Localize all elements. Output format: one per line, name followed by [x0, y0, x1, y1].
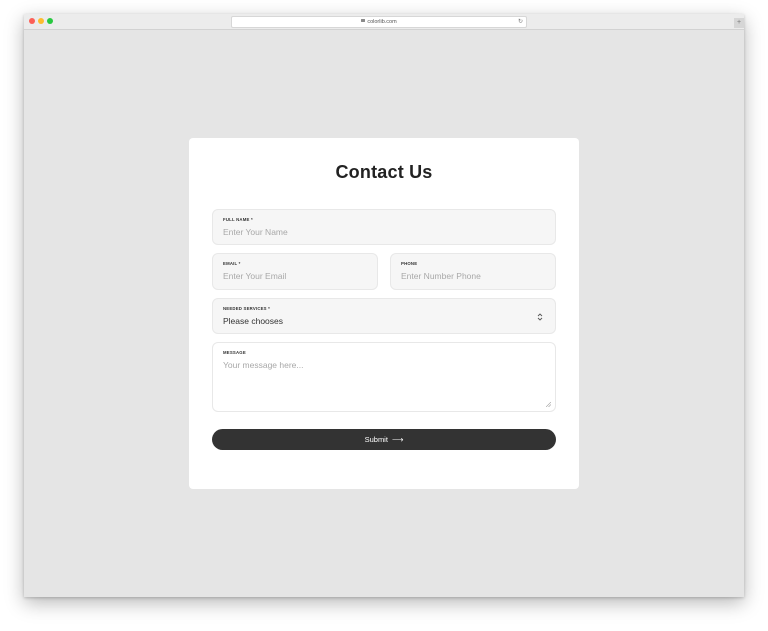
new-tab-button[interactable]: +	[734, 18, 744, 28]
message-label: MESSAGE	[223, 350, 246, 355]
message-field[interactable]: MESSAGE Your message here...	[212, 342, 556, 412]
full-name-input[interactable]: Enter Your Name	[223, 227, 288, 237]
services-label: NEEDED SERVICES *	[223, 306, 271, 311]
submit-button[interactable]: Submit ⟶	[212, 429, 556, 450]
form-title: Contact Us	[335, 162, 433, 182]
full-name-label: FULL NAME *	[223, 217, 253, 222]
phone-input[interactable]: Enter Number Phone	[401, 271, 481, 281]
reload-icon[interactable]: ↻	[518, 17, 523, 27]
services-select[interactable]: NEEDED SERVICES * Please chooses	[212, 298, 556, 334]
phone-field[interactable]: PHONE Enter Number Phone	[390, 253, 556, 290]
arrow-right-icon: ⟶	[391, 435, 404, 444]
email-input[interactable]: Enter Your Email	[223, 271, 286, 281]
submit-label: Submit	[364, 435, 388, 444]
full-name-field[interactable]: FULL NAME * Enter Your Name	[212, 209, 556, 245]
select-arrows-icon	[537, 313, 543, 321]
contact-form-card: Contact Us FULL NAME * Enter Your Name E…	[189, 138, 579, 489]
browser-titlebar: colorlib.com ↻ +	[24, 14, 744, 30]
maximize-window-button[interactable]	[47, 18, 53, 24]
email-label: EMAIL *	[223, 261, 241, 266]
minimize-window-button[interactable]	[38, 18, 44, 24]
lock-icon	[361, 19, 366, 23]
address-text: colorlib.com	[367, 19, 397, 25]
phone-label: PHONE	[401, 261, 418, 266]
close-window-button[interactable]	[29, 18, 35, 24]
address-bar[interactable]: colorlib.com ↻	[231, 16, 527, 28]
resize-handle-icon[interactable]	[546, 402, 551, 407]
message-textarea[interactable]: Your message here...	[223, 360, 303, 370]
services-selected-value[interactable]: Please chooses	[223, 316, 283, 326]
browser-window: colorlib.com ↻ + Contact Us FULL NAME * …	[24, 14, 744, 597]
email-field[interactable]: EMAIL * Enter Your Email	[212, 253, 378, 290]
